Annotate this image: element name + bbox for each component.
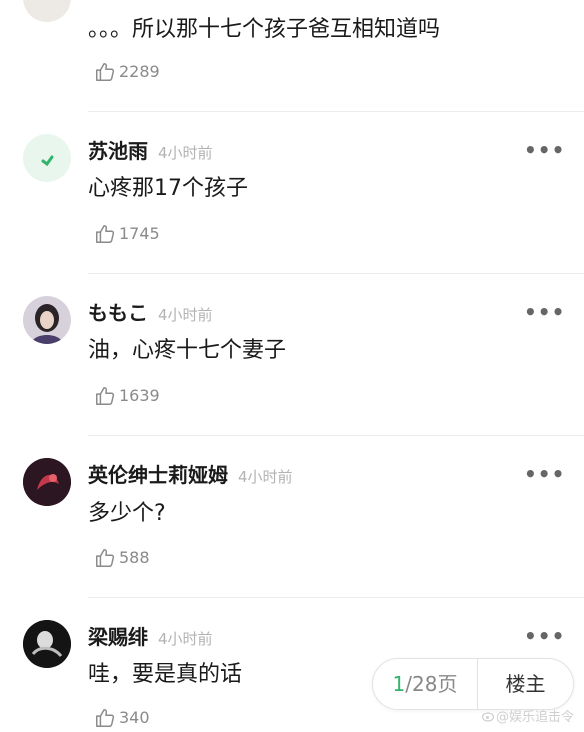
total-pages: /28页 [405, 672, 458, 696]
comment-content: 哇，要是真的话 [88, 662, 243, 687]
username-text: ももこ [88, 301, 148, 325]
comment-item: 。。。所以那十七个孩子爸互相知道吗 2289 [0, 0, 584, 112]
avatar-portrait [23, 620, 71, 668]
comment-item: 英伦绅士莉娅姆 4小时前 ••• 多少个? 588 [0, 436, 584, 598]
comment-content: 。。。所以那十七个孩子爸互相知道吗 [88, 17, 441, 42]
username[interactable]: 梁赐绯 4小时前 [88, 625, 213, 651]
username-text: 英伦绅士莉娅姆 [88, 463, 228, 487]
avatar-portrait [31, 304, 63, 344]
more-dots-icon[interactable]: ••• [524, 626, 565, 646]
page-navigator: 1/28页 楼主 [372, 658, 574, 710]
more-dots-icon[interactable]: ••• [524, 464, 565, 484]
like-count: 2289 [119, 62, 160, 81]
like-count: 1639 [119, 386, 160, 405]
like-button[interactable]: 1745 [94, 222, 160, 246]
like-count: 588 [119, 548, 150, 567]
username[interactable]: 苏池雨 4小时前 [88, 139, 213, 165]
watermark: @娱乐追击令 [481, 706, 575, 725]
avatar[interactable] [23, 620, 71, 668]
thumbs-up-icon [96, 63, 115, 81]
comment-content: 油，心疼十七个妻子 [88, 338, 287, 363]
avatar[interactable] [23, 458, 71, 506]
thumbs-up-icon [96, 549, 115, 567]
comment-content: 心疼那17个孩子 [88, 176, 248, 201]
thumbs-up-icon [96, 225, 115, 243]
username[interactable]: ももこ 4小时前 [88, 301, 213, 327]
like-button[interactable]: 588 [94, 546, 150, 570]
like-count: 340 [119, 708, 150, 727]
more-dots-icon[interactable]: ••• [524, 302, 565, 322]
current-page: 1 [392, 672, 406, 696]
comment-content: 多少个? [88, 501, 166, 526]
weibo-logo-icon [481, 712, 495, 722]
watermark-text: @娱乐追击令 [496, 710, 575, 725]
avatar[interactable] [23, 296, 71, 344]
username[interactable]: 英伦绅士莉娅姆 4小时前 [88, 463, 293, 489]
comment-time: 4小时前 [158, 144, 213, 162]
avatar-check-icon [41, 155, 54, 167]
comment-time: 4小时前 [238, 468, 293, 486]
like-count: 1745 [119, 224, 160, 243]
username-text: 梁赐绯 [88, 625, 148, 649]
thumbs-up-icon [96, 387, 115, 405]
thumbs-up-icon [96, 709, 115, 727]
comment-item: ももこ 4小时前 ••• 油，心疼十七个妻子 1639 [0, 274, 584, 436]
comment-item: 苏池雨 4小时前 ••• 心疼那17个孩子 1745 [0, 112, 584, 274]
comment-time: 4小时前 [158, 306, 213, 324]
avatar[interactable] [23, 0, 71, 22]
like-button[interactable]: 1639 [94, 384, 160, 408]
avatar-portrait [23, 458, 71, 506]
like-button[interactable]: 340 [94, 706, 150, 730]
avatar[interactable] [23, 134, 71, 182]
username-text: 苏池雨 [88, 139, 148, 163]
only-owner-button[interactable]: 楼主 [478, 659, 573, 709]
comment-time: 4小时前 [158, 630, 213, 648]
like-button[interactable]: 2289 [94, 60, 160, 84]
page-indicator-button[interactable]: 1/28页 [373, 659, 477, 709]
more-dots-icon[interactable]: ••• [524, 140, 565, 160]
